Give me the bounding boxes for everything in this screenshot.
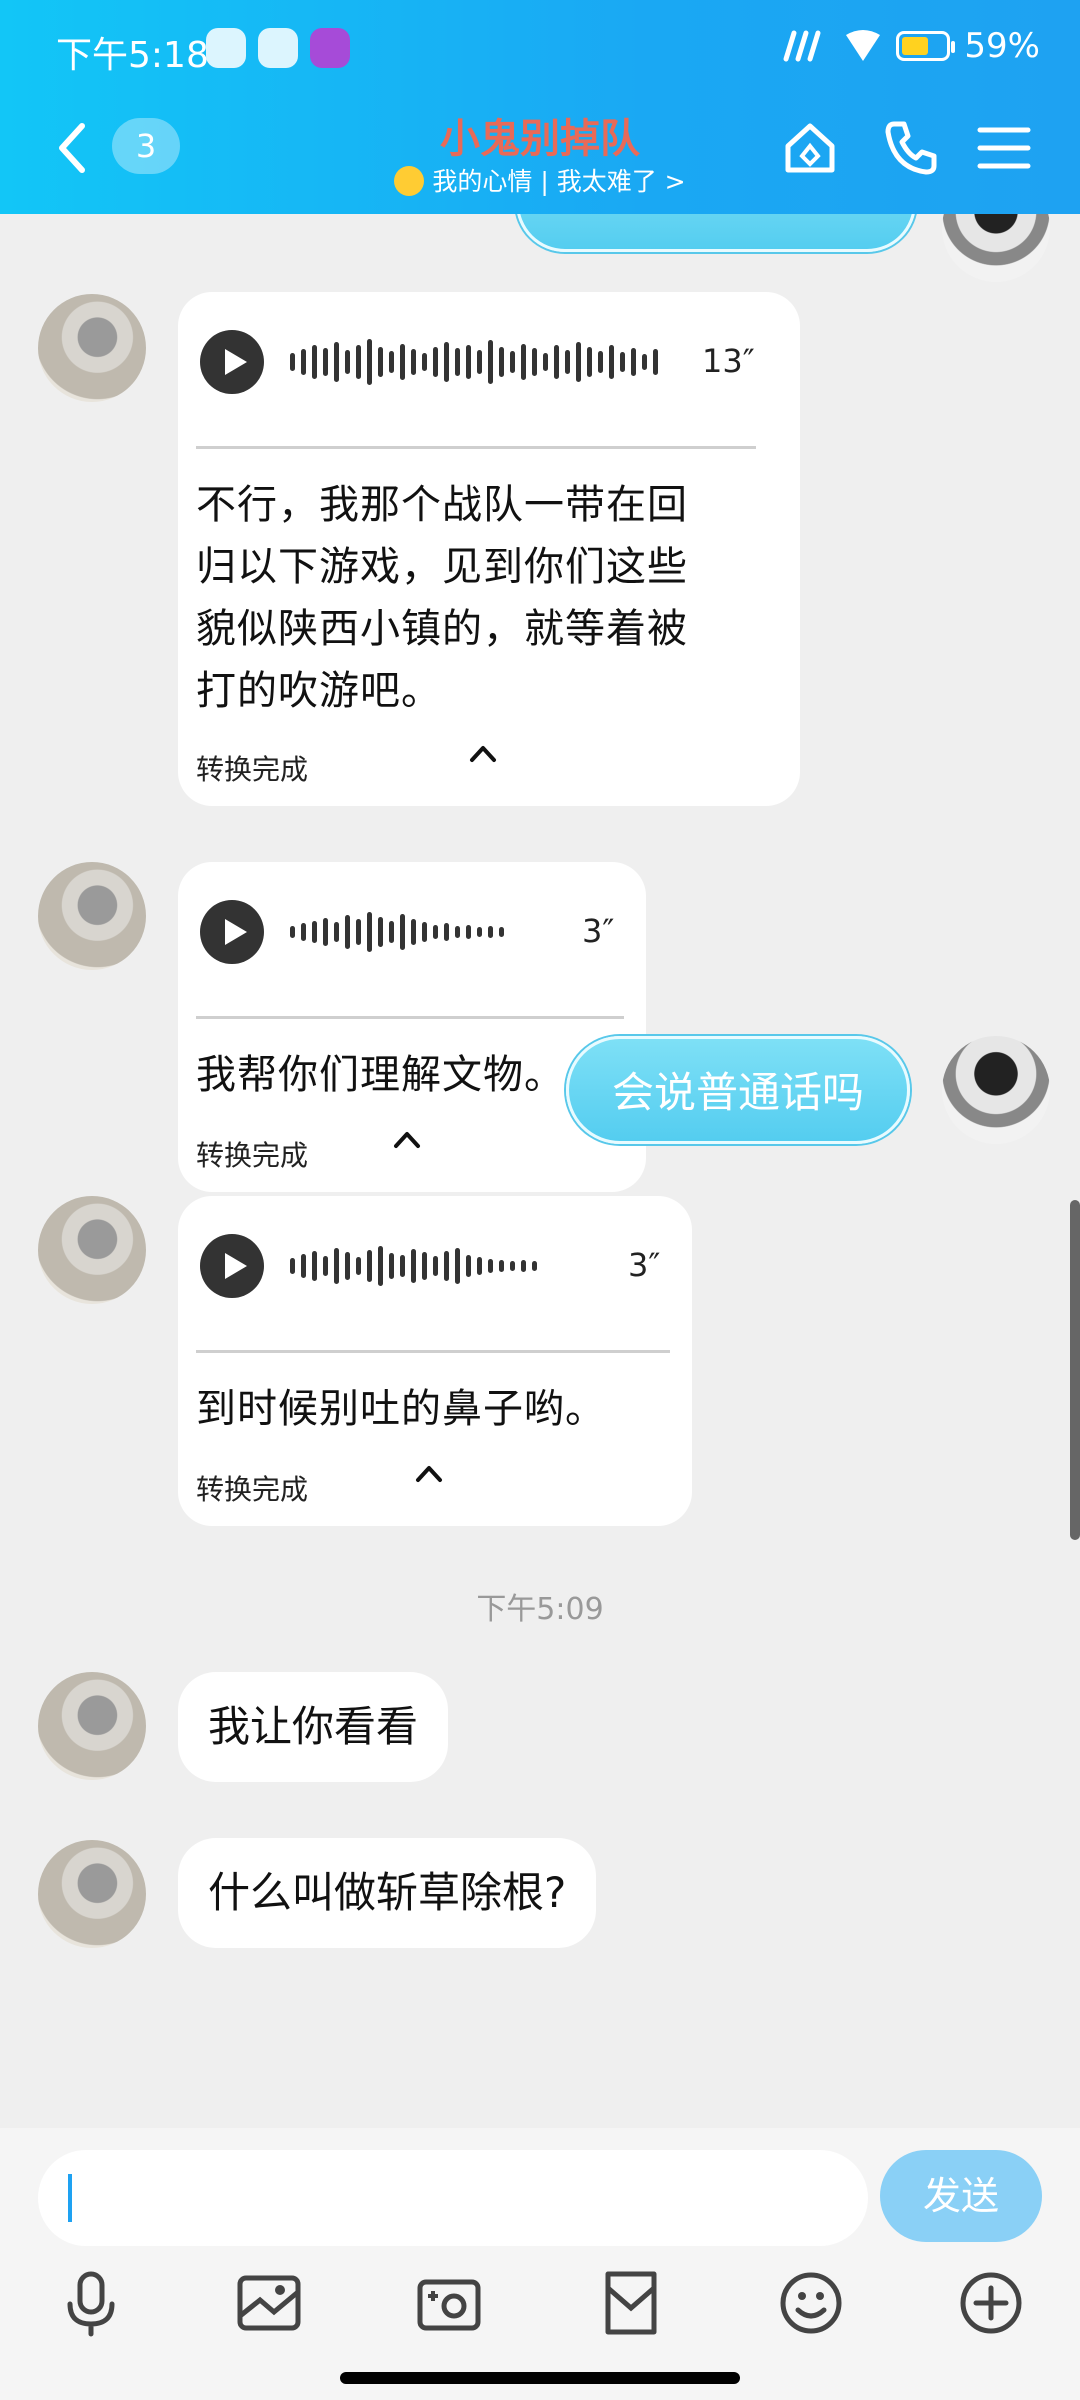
voice-message[interactable]: 13″ 不行，我那个战队一带在回 归以下游戏，见到你们这些 貌似陕西小镇的，就等… <box>178 292 800 806</box>
outgoing-bubble-partial[interactable] <box>516 214 916 252</box>
play-button[interactable] <box>200 900 264 964</box>
file-icon[interactable] <box>596 2268 666 2338</box>
chevron-up-icon[interactable] <box>468 738 498 768</box>
signal-icon <box>783 30 821 62</box>
app-notification-icon <box>310 28 350 68</box>
outgoing-text-bubble[interactable]: 会说普通话吗 <box>566 1036 910 1144</box>
phone-icon[interactable] <box>880 118 940 178</box>
compass-icon <box>258 28 298 68</box>
transcript-line: 到时候别吐的鼻子哟。 <box>196 1386 606 1432</box>
voice-duration: 3″ <box>628 1246 661 1284</box>
waveform <box>290 900 504 964</box>
input-bar: 发送 <box>0 2128 1080 2400</box>
plus-icon[interactable] <box>956 2268 1026 2338</box>
divider <box>196 1350 670 1353</box>
incoming-text-bubble[interactable]: 什么叫做斩草除根? <box>178 1838 597 1948</box>
battery-icon <box>896 31 956 61</box>
waveform <box>290 330 658 394</box>
camera-icon[interactable] <box>414 2268 484 2338</box>
voice-message[interactable]: 3″ 我帮你们理解文物。 转换完成 <box>178 862 646 1192</box>
home-indicator[interactable] <box>340 2372 740 2384</box>
voice-transcript: 我帮你们理解文物。 <box>196 1044 565 1106</box>
message-input[interactable] <box>38 2150 868 2246</box>
send-button[interactable]: 发送 <box>880 2150 1042 2242</box>
voice-transcript: 到时候别吐的鼻子哟。 <box>196 1378 606 1440</box>
chevron-up-icon[interactable] <box>392 1124 422 1154</box>
convert-status: 转换完成 <box>196 1139 309 1172</box>
divider <box>196 446 756 449</box>
transcript-line: 貌似陕西小镇的，就等着被 <box>196 606 688 652</box>
home-icon[interactable] <box>780 118 840 178</box>
avatar-contact[interactable] <box>38 1840 146 1948</box>
incoming-text-bubble[interactable]: 我让你看看 <box>178 1672 449 1782</box>
voice-duration: 13″ <box>702 342 755 380</box>
battery-percent: 59% <box>964 26 1040 66</box>
scrollbar[interactable] <box>1070 1200 1080 1540</box>
transcript-line: 归以下游戏，见到你们这些 <box>196 544 688 590</box>
emoji-icon[interactable] <box>776 2268 846 2338</box>
chat-header: 下午5:18 59% 3 小鬼别掉队 我的心情 | 我太难了 > <box>0 0 1080 214</box>
avatar-contact[interactable] <box>38 1672 146 1780</box>
chevron-up-icon[interactable] <box>414 1458 444 1488</box>
avatar-contact[interactable] <box>38 294 146 402</box>
voice-duration: 3″ <box>582 912 615 950</box>
convert-status: 转换完成 <box>196 1473 309 1506</box>
avatar-contact[interactable] <box>38 862 146 970</box>
avatar-contact[interactable] <box>38 1196 146 1304</box>
menu-icon[interactable] <box>974 118 1034 178</box>
voice-transcript: 不行，我那个战队一带在回 归以下游戏，见到你们这些 貌似陕西小镇的，就等着被 打… <box>196 474 688 722</box>
bluetooth-icon <box>206 28 246 68</box>
avatar-self[interactable] <box>942 214 1050 282</box>
avatar-self[interactable] <box>942 1036 1050 1144</box>
message-timestamp: 下午5:09 <box>476 1592 604 1627</box>
status-right: 59% <box>782 26 1040 66</box>
play-button[interactable] <box>200 330 264 394</box>
wifi-icon <box>846 30 881 61</box>
play-button[interactable] <box>200 1234 264 1298</box>
waveform <box>290 1234 537 1298</box>
mic-icon[interactable] <box>56 2268 126 2338</box>
transcript-line: 我帮你们理解文物。 <box>196 1052 565 1098</box>
text-cursor <box>68 2174 72 2222</box>
transcript-line: 不行，我那个战队一带在回 <box>196 482 688 528</box>
convert-status: 转换完成 <box>196 753 309 786</box>
status-notification-icons <box>206 28 350 68</box>
image-icon[interactable] <box>234 2268 304 2338</box>
status-time: 下午5:18 <box>56 35 209 76</box>
transcript-line: 打的吹游吧。 <box>196 668 442 714</box>
mood-text: 我的心情 | 我太难了 > <box>432 167 686 196</box>
input-toolbar <box>0 2268 1080 2348</box>
message-list[interactable]: 13″ 不行，我那个战队一带在回 归以下游戏，见到你们这些 貌似陕西小镇的，就等… <box>0 214 1080 2128</box>
status-bar: 下午5:18 59% <box>56 22 1040 78</box>
mood-emoji-icon <box>394 166 425 196</box>
divider <box>196 1016 624 1019</box>
voice-message[interactable]: 3″ 到时候别吐的鼻子哟。 转换完成 <box>178 1196 692 1526</box>
